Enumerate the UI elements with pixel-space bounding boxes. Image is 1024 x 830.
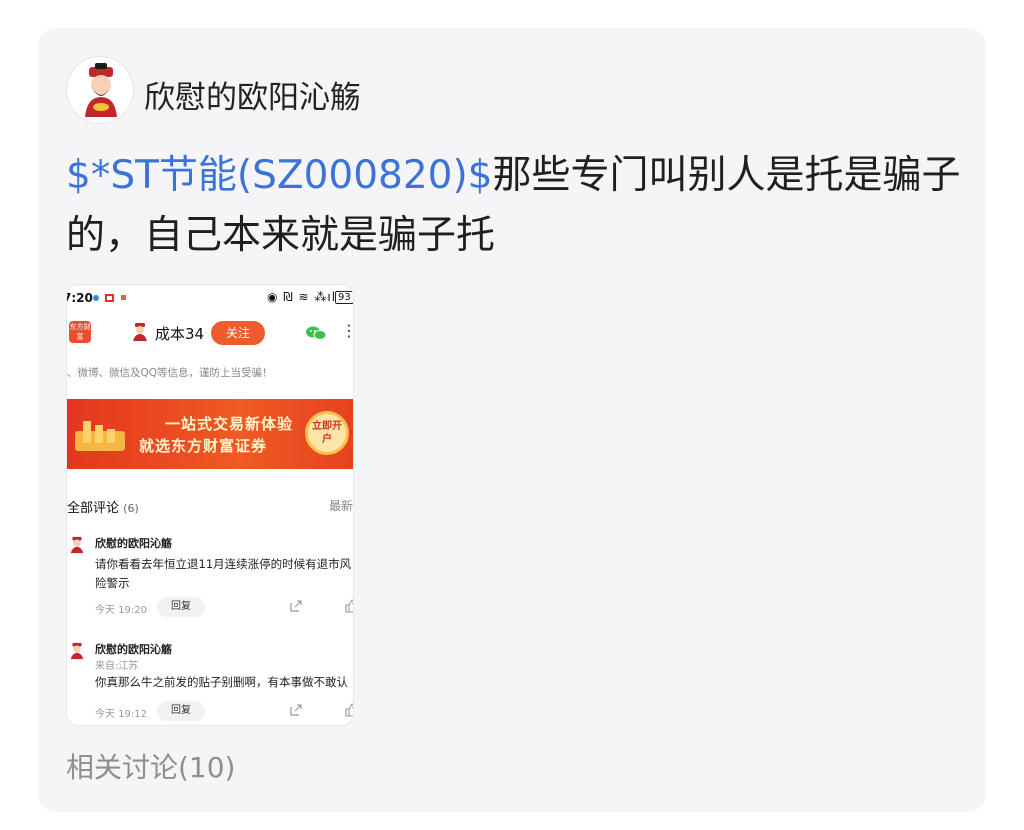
post-content: $*ST节能(SZ000820)$那些专门叫别人是托是骗子的，自己本来就是骗子托 bbox=[66, 146, 966, 266]
commenter-name: 欣慰的欧阳沁觞 bbox=[95, 643, 172, 656]
comment-text: 请你看看去年恒立退11月连续涨停的时候有退市风险警示 bbox=[95, 557, 352, 590]
post-card: 欣慰的欧阳沁觞 $*ST节能(SZ000820)$那些专门叫别人是托是骗子的，自… bbox=[38, 28, 986, 812]
comment-time: 今天 19:12 bbox=[95, 709, 147, 720]
comment-text: 你真那么牛之前发的贴子别删啊，有本事做不敢认 bbox=[95, 675, 348, 689]
comments-title: 全部评论 bbox=[67, 501, 120, 516]
reply-button: 回复 bbox=[157, 597, 205, 617]
notification-dot-icon bbox=[93, 295, 99, 301]
author-name[interactable]: 欣慰的欧阳沁觞 bbox=[144, 72, 361, 117]
phone-status-bar: 7:20 ◉ ₪ ≋ ⁂ıl 93 bbox=[67, 285, 353, 311]
commenter-location: 来自:江苏 bbox=[95, 661, 139, 672]
commenter-avatar bbox=[67, 535, 87, 555]
share-icon bbox=[290, 600, 302, 612]
app-logo: 东方财富 bbox=[69, 321, 91, 343]
share-icon bbox=[290, 704, 302, 716]
attached-screenshot[interactable]: 7:20 ◉ ₪ ≋ ⁂ıl 93 东方财富 成本34 关注 bbox=[66, 284, 354, 726]
follow-button: 关注 bbox=[211, 321, 265, 345]
fraud-notice: 、微博、微信及QQ等信息，谨防上当受骗！ bbox=[67, 367, 273, 379]
profile-name: 成本34 bbox=[155, 325, 205, 343]
related-discussions-link[interactable]: 相关讨论(10) bbox=[66, 746, 235, 786]
like-icon bbox=[345, 703, 353, 717]
notification-square-icon bbox=[105, 294, 114, 302]
stock-tag-link[interactable]: $*ST节能(SZ000820)$ bbox=[66, 153, 493, 198]
user-avatar bbox=[129, 321, 151, 343]
banner-line-1: 一站式交易新体验 bbox=[165, 415, 294, 433]
banner-line-2: 就选东方财富证券 bbox=[139, 437, 268, 455]
status-icons: ◉ ₪ ≋ ⁂ıl bbox=[267, 290, 337, 304]
like-icon bbox=[345, 599, 353, 613]
wechat-icon bbox=[306, 326, 327, 340]
commenter-avatar bbox=[67, 641, 87, 661]
status-time: 7:20 bbox=[67, 291, 93, 305]
open-account-badge: 立即开户 bbox=[305, 411, 349, 455]
comments-header: 全部评论 (6) bbox=[67, 497, 139, 516]
comments-count: (6) bbox=[123, 502, 139, 515]
comment-time: 今天 19:20 bbox=[95, 605, 147, 616]
reply-button: 回复 bbox=[157, 701, 205, 721]
app-header: 东方财富 成本34 关注 ⋮ bbox=[67, 315, 353, 355]
more-icon: ⋮ bbox=[341, 321, 353, 340]
promo-banner: 一站式交易新体验 就选东方财富证券 立即开户 bbox=[67, 399, 353, 469]
author-avatar[interactable] bbox=[66, 56, 134, 124]
commenter-name: 欣慰的欧阳沁觞 bbox=[95, 537, 172, 550]
battery-level: 93 bbox=[335, 291, 353, 304]
sort-label: 最新 bbox=[329, 499, 354, 513]
banner-decoration-icon bbox=[75, 421, 125, 451]
notification-mini-icon bbox=[121, 295, 126, 300]
